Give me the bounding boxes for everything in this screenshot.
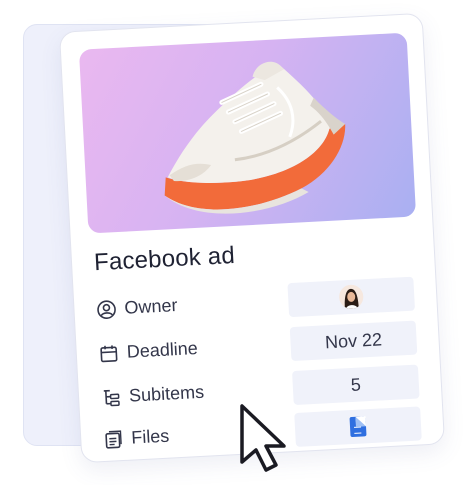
deadline-value[interactable]: Nov 22	[289, 320, 418, 362]
field-label-deadline: Deadline	[126, 338, 199, 362]
files-icon	[105, 430, 122, 449]
field-label-owner: Owner	[123, 295, 178, 318]
item-card[interactable]: Facebook ad Owner Deadline Nov 22 Subite…	[58, 12, 446, 464]
subitems-value[interactable]: 5	[292, 364, 420, 406]
field-deadline[interactable]: Deadline Nov 22	[98, 320, 418, 372]
avatar	[338, 284, 364, 310]
pointer-cursor-icon	[240, 404, 286, 472]
subitems-tree-icon	[103, 389, 120, 407]
sneaker-image	[164, 61, 346, 214]
person-circle-icon	[97, 300, 116, 320]
product-image	[78, 32, 417, 234]
files-value[interactable]	[294, 406, 422, 447]
owner-value[interactable]	[287, 276, 416, 318]
field-label-subitems: Subitems	[128, 381, 205, 406]
field-label-files: Files	[130, 425, 170, 448]
card-title: Facebook ad	[93, 241, 236, 277]
field-owner[interactable]: Owner	[96, 276, 416, 328]
doc-file-icon[interactable]	[349, 416, 367, 438]
calendar-icon	[100, 345, 118, 363]
